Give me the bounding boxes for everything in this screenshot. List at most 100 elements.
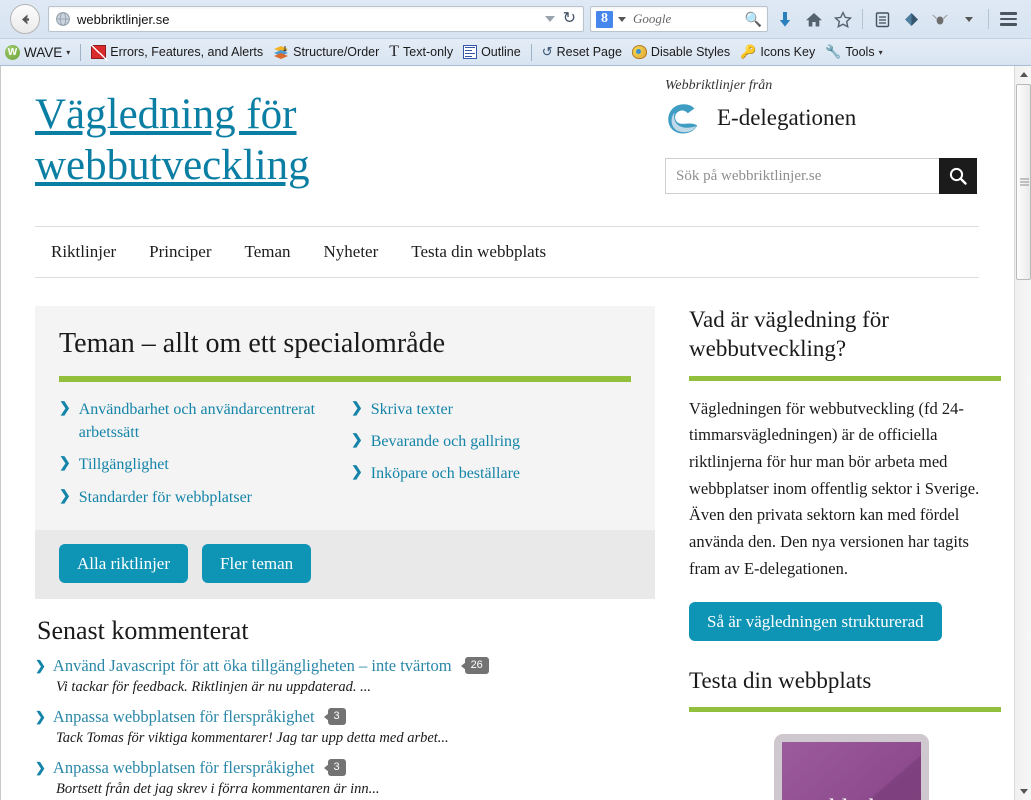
home-icon[interactable] (801, 6, 827, 32)
wave-extension-toolbar: W WAVE ▾ Errors, Features, and Alerts St… (0, 38, 1031, 65)
webpage: Vägledning för webbutveckling Webbriktli… (0, 66, 1014, 800)
address-dropdown-icon[interactable] (544, 16, 555, 22)
magnifier-icon[interactable]: 🔍 (745, 11, 762, 28)
list-item[interactable]: ❯ Tillgänglighet (59, 453, 345, 476)
green-accent-rule (689, 375, 1001, 381)
comment-count-badge: 3 (323, 759, 346, 777)
comment-count-badge: 26 (460, 657, 489, 675)
wave-item-outline[interactable]: Outline (458, 39, 526, 65)
wave-item-label: Icons Key (760, 45, 816, 59)
back-button[interactable] (10, 4, 40, 34)
overflow-chevron-icon[interactable] (956, 6, 982, 32)
nav-item-riktlinjer[interactable]: Riktlinjer (51, 242, 116, 262)
chevron-right-icon: ❯ (35, 708, 46, 724)
e-delegationen-swirl-logo (668, 104, 698, 134)
wrench-icon: 🔧 (825, 44, 842, 59)
nav-item-principer[interactable]: Principer (149, 242, 211, 262)
wave-item-label: Tools (845, 45, 875, 59)
toolbar-divider-2 (988, 9, 989, 29)
teman-panel: Teman – allt om ett specialområde ❯ Anvä… (35, 306, 655, 599)
site-search-input[interactable] (665, 158, 939, 194)
hamburger-menu-icon[interactable] (995, 6, 1021, 32)
wave-item-structure[interactable]: Structure/Order (268, 39, 384, 65)
wave-item-reset-page[interactable]: ↺ Reset Page (537, 39, 627, 65)
main-column: Teman – allt om ett specialområde ❯ Anvä… (35, 306, 655, 800)
wave-item-disable-styles[interactable]: Disable Styles (627, 39, 735, 65)
reader-list-icon[interactable] (869, 6, 895, 32)
comment-excerpt: Tack Tomas för viktiga kommentarer! Jag … (56, 729, 449, 746)
teman-link[interactable]: Inköpare och beställare (371, 462, 520, 485)
scroll-up-arrow[interactable] (1015, 66, 1031, 83)
comment-link[interactable]: Använd Javascript för att öka tillgängli… (53, 656, 452, 676)
wave-item-icons-key[interactable]: 🔑 Icons Key (735, 39, 820, 65)
bug-icon[interactable] (927, 6, 953, 32)
wave-divider-2 (530, 43, 532, 61)
reload-icon[interactable]: ↻ (563, 11, 576, 27)
list-item[interactable]: ❯ Användbarhet och användarcentrerat arb… (59, 398, 345, 444)
wave-item-tools[interactable]: 🔧 Tools ▾ (820, 39, 887, 65)
nav-item-testa-din-webbplats[interactable]: Testa din webbplats (411, 242, 546, 262)
wave-logo-icon: W (5, 44, 20, 60)
site-search-button[interactable] (939, 158, 977, 194)
wave-item-label: Errors, Features, and Alerts (110, 45, 264, 59)
list-item[interactable]: ❯ Standarder för webbplatser (59, 486, 345, 509)
alla-riktlinjer-button[interactable]: Alla riktlinjer (59, 543, 189, 583)
back-arrow-icon (21, 14, 29, 24)
bookmark-star-icon[interactable] (830, 6, 856, 32)
address-bar[interactable]: webbriktlinjer.se ↻ (48, 6, 584, 32)
chevron-right-icon: ❯ (35, 657, 46, 673)
green-accent-rule (689, 707, 1001, 713)
comment-link[interactable]: Anpassa webbplatsen för flerspråkighet (53, 707, 315, 727)
chevron-down-icon[interactable]: ▾ (879, 48, 883, 57)
teman-link[interactable]: Bevarande och gallring (371, 430, 520, 453)
scroll-down-arrow[interactable] (1015, 783, 1031, 800)
scroll-thumb[interactable] (1016, 84, 1031, 280)
svg-text:webbplats: webbplats (798, 794, 903, 800)
site-title-link[interactable]: Vägledning för webbutveckling (35, 90, 515, 191)
teman-link[interactable]: Standarder för webbplatser (79, 486, 252, 509)
browser-toolbar-icons (772, 6, 1025, 32)
wave-brand[interactable]: W WAVE ▾ (0, 39, 75, 65)
list-item[interactable]: ❯ Inköpare och beställare (351, 462, 631, 485)
wave-item-label: Structure/Order (293, 45, 380, 59)
sync-icon[interactable] (898, 6, 924, 32)
sidebar-test-title: Testa din webbplats (689, 667, 872, 693)
teman-link[interactable]: Tillgänglighet (79, 453, 169, 476)
chevron-right-icon: ❯ (59, 488, 71, 504)
main-navigation: Riktlinjer Principer Teman Nyheter Testa… (35, 226, 979, 278)
comments-section-title: Senast kommenterat (37, 615, 249, 645)
wave-brand-label: WAVE (24, 44, 63, 60)
downloads-arrow-icon[interactable] (772, 6, 798, 32)
struktur-button[interactable]: Så är vägledningen strukturerad (689, 601, 942, 641)
list-item[interactable]: ❯ Bevarande och gallring (351, 430, 631, 453)
vertical-scrollbar[interactable] (1014, 66, 1031, 800)
teman-link[interactable]: Skriva texter (371, 398, 453, 421)
nav-item-nyheter[interactable]: Nyheter (324, 242, 379, 262)
browser-navigation-bar: webbriktlinjer.se ↻ 8 Google 🔍 (0, 0, 1031, 38)
wave-item-errors[interactable]: Errors, Features, and Alerts (86, 39, 268, 65)
browser-search-bar[interactable]: 8 Google 🔍 (590, 6, 768, 32)
chevron-right-icon: ❯ (35, 759, 46, 775)
comment-link[interactable]: Anpassa webbplatsen för flerspråkighet (53, 758, 315, 778)
teman-links-left: ❯ Användbarhet och användarcentrerat arb… (59, 398, 345, 518)
google-search-engine-icon: 8 (596, 10, 613, 28)
wave-item-textonly[interactable]: T Text-only (384, 39, 458, 65)
layers-order-icon (273, 45, 289, 60)
teman-panel-footer: Alla riktlinjer Fler teman (35, 529, 655, 599)
address-bar-url: webbriktlinjer.se (77, 11, 170, 27)
nav-item-teman[interactable]: Teman (245, 242, 291, 262)
reset-circular-arrow-icon: ↺ (541, 44, 553, 59)
devices-illustration: webbplats testa (774, 734, 929, 800)
brand-name: E-delegationen (717, 105, 857, 130)
search-engine-dropdown-icon[interactable] (618, 16, 626, 22)
test-your-website-illustration[interactable]: webbplats testa (689, 732, 1001, 800)
fler-teman-button[interactable]: Fler teman (202, 543, 312, 583)
list-item[interactable]: ❯ Skriva texter (351, 398, 631, 421)
wave-divider (80, 43, 82, 61)
chevron-right-icon: ❯ (59, 456, 71, 472)
globe-icon (56, 12, 70, 26)
chevron-down-icon[interactable]: ▾ (66, 48, 70, 57)
teman-panel-title: Teman – allt om ett specialområde (59, 328, 446, 359)
teman-link[interactable]: Användbarhet och användarcentrerat arbet… (79, 398, 345, 444)
chevron-right-icon: ❯ (351, 465, 363, 481)
